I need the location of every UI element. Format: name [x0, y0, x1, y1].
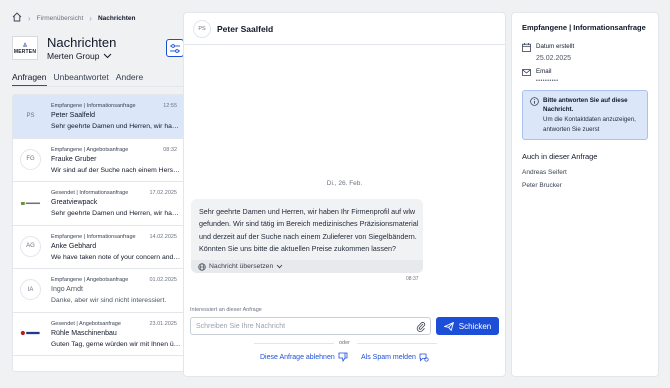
reply-context-label: Interessiert an dieser Anfrage	[190, 307, 262, 313]
paperclip-icon[interactable]	[416, 321, 426, 334]
company-logo-avatar	[20, 192, 41, 213]
conversation-sender: Frauke Gruber	[51, 155, 97, 163]
conversation-type: Gesendet | Informationsanfrage	[51, 190, 129, 196]
conversation-sidebar: › Firmenübersicht › Nachrichten ⩓ MERTEN…	[6, 6, 185, 377]
avatar: AG	[20, 235, 41, 257]
breadcrumb: › Firmenübersicht › Nachrichten	[12, 12, 136, 24]
conversation-date: 01.02.2025	[149, 277, 177, 283]
info-icon	[530, 97, 539, 106]
inbox-tabs: Anfragen Unbeantwortet Andere	[12, 72, 143, 87]
message-time: 08:37	[406, 276, 419, 282]
message-input[interactable]: Schreiben Sie Ihre Nachricht	[190, 317, 431, 335]
send-button[interactable]: Schicken	[436, 317, 499, 335]
tab-unbeantwortet[interactable]: Unbeantwortet	[54, 72, 109, 87]
send-label: Schicken	[458, 321, 492, 331]
tab-anfragen[interactable]: Anfragen	[12, 72, 47, 87]
conversation-preview: Sehr geehrte Damen und Herren, wir haben…	[51, 123, 181, 130]
decline-request-link[interactable]: Diese Anfrage ablehnen	[260, 352, 348, 362]
email-label: Email	[536, 68, 552, 75]
or-label: oder	[338, 340, 350, 346]
home-icon[interactable]	[12, 12, 22, 24]
conversation-date: 12:55	[163, 103, 177, 109]
avatar: PS	[20, 105, 41, 126]
notice-heading: Bitte antworten Sie auf diese Nachricht.	[543, 97, 628, 113]
conversation-item[interactable]: AG Empfangene | Informationsanfrage 14.0…	[13, 225, 184, 269]
message-bubble: Sehr geehrte Damen und Herren, wir haben…	[191, 199, 423, 273]
thumbs-down-icon	[338, 352, 348, 362]
conversation-date: 23.01.2025	[149, 320, 177, 327]
chevron-down-icon	[104, 53, 112, 59]
tab-andere[interactable]: Andere	[116, 72, 143, 87]
sliders-icon	[170, 43, 180, 53]
company-switcher[interactable]: Merten Group	[47, 51, 112, 61]
conversation-preview: Sehr geehrte Damen und Herren, wir haben…	[51, 210, 181, 217]
tabs-divider	[12, 86, 183, 87]
contact-info-notice: Bitte antworten Sie auf diese Nachricht.…	[522, 90, 648, 140]
filter-button[interactable]	[166, 39, 184, 57]
conversation-item[interactable]: Gesendet | Informationsanfrage 17.02.202…	[13, 182, 184, 226]
conversation-date: 08:32	[163, 146, 177, 153]
conversation-date: 17.02.2025	[149, 190, 177, 196]
conversation-preview: Danke, aber wir sind nicht interessiert.	[51, 297, 167, 304]
send-icon	[443, 321, 454, 331]
details-panel: Empfangene | Informationsanfrage Datum e…	[511, 12, 659, 377]
breadcrumb-separator: ›	[89, 13, 92, 23]
conversation-sender: Rühle Maschinenbau	[51, 329, 117, 337]
breadcrumb-current: Nachrichten	[97, 14, 136, 22]
message-text: Sehr geehrte Damen und Herren, wir haben…	[199, 207, 419, 253]
avatar: IA	[20, 279, 41, 300]
company-logo-avatar	[20, 323, 41, 344]
conversation-sender: Greatviewpack	[51, 199, 98, 206]
conversation-list: PS Empfangene | Informationsanfrage 12:5…	[12, 94, 185, 372]
conversation-item[interactable]: PS Empfangene | Informationsanfrage 12:5…	[13, 95, 184, 139]
chat-panel: PS Peter Saalfeld Di., 26. Feb. Sehr gee…	[183, 12, 506, 377]
avatar: FG	[20, 148, 41, 170]
report-spam-link[interactable]: Als Spam melden	[361, 352, 429, 362]
created-date-value: 25.02.2025	[536, 55, 572, 62]
breadcrumb-parent[interactable]: Firmenübersicht	[37, 15, 84, 22]
participant-name: Andreas Seifert	[522, 169, 567, 176]
conversation-type: Gesendet | Angebotsanfrage	[51, 320, 121, 327]
conversation-item[interactable]: Gesendet | Angebotsanfrage 23.01.2025 Rü…	[13, 312, 184, 356]
conversation-type: Empfangene | Angebotsanfrage	[51, 277, 129, 283]
company-name: Merten Group	[47, 51, 100, 61]
translate-label: Nachricht übersetzen	[209, 263, 274, 270]
conversation-type: Empfangene | Angebotsanfrage	[51, 146, 129, 153]
conversation-preview: We have taken note of your concern and s…	[51, 253, 181, 261]
mail-icon	[522, 69, 531, 76]
notice-text: Um die Kontaktdaten anzuzeigen, antworte…	[543, 116, 636, 133]
conversation-preview: Guten Tag, gerne würden wir mit Ihnen üb…	[51, 340, 181, 348]
chevron-down-icon	[276, 264, 283, 269]
message-input-placeholder: Schreiben Sie Ihre Nachricht	[196, 322, 286, 330]
translate-message-button[interactable]: Nachricht übersetzen	[191, 260, 423, 273]
page-title: Nachrichten	[47, 35, 117, 50]
globe-icon	[198, 262, 206, 271]
avatar: PS	[193, 20, 211, 38]
breadcrumb-separator: ›	[28, 13, 31, 23]
participants-title: Auch in dieser Anfrage	[522, 152, 598, 161]
conversation-item[interactable]: IA Empfangene | Angebotsanfrage 01.02.20…	[13, 269, 184, 313]
conversation-date: 14.02.2025	[149, 233, 177, 240]
decline-label: Diese Anfrage ablehnen	[260, 353, 335, 361]
conversation-type: Empfangene | Informationsanfrage	[51, 233, 136, 240]
date-separator: Di., 26. Feb.	[326, 180, 363, 187]
conversation-sender: Peter Saalfeld	[51, 112, 95, 119]
calendar-icon	[522, 43, 531, 52]
conversation-preview: Wir sind auf der Suche nach einem Herste…	[51, 166, 181, 174]
conversation-sender: Anke Gebhard	[51, 242, 97, 250]
spam-report-icon	[419, 353, 429, 362]
chat-header: PS Peter Saalfeld	[184, 13, 505, 45]
spam-label: Als Spam melden	[361, 353, 416, 361]
company-logo: ⩓ MERTEN	[12, 36, 38, 60]
conversation-sender: Ingo Arndt	[51, 286, 83, 293]
conversation-type: Empfangene | Informationsanfrage	[51, 103, 136, 109]
participant-name: Peter Brucker	[522, 182, 562, 189]
request-type-title: Empfangene | Informationsanfrage	[522, 23, 646, 32]
divider	[357, 343, 437, 344]
conversation-item[interactable]: FG Empfangene | Angebotsanfrage 08:32 Fr…	[13, 138, 184, 182]
created-date-label: Datum erstellt	[536, 43, 575, 50]
email-value-masked: ••••••••••	[536, 78, 559, 84]
chat-contact-name: Peter Saalfeld	[217, 24, 274, 34]
page-header: ⩓ MERTEN Nachrichten Merten Group	[12, 35, 184, 66]
